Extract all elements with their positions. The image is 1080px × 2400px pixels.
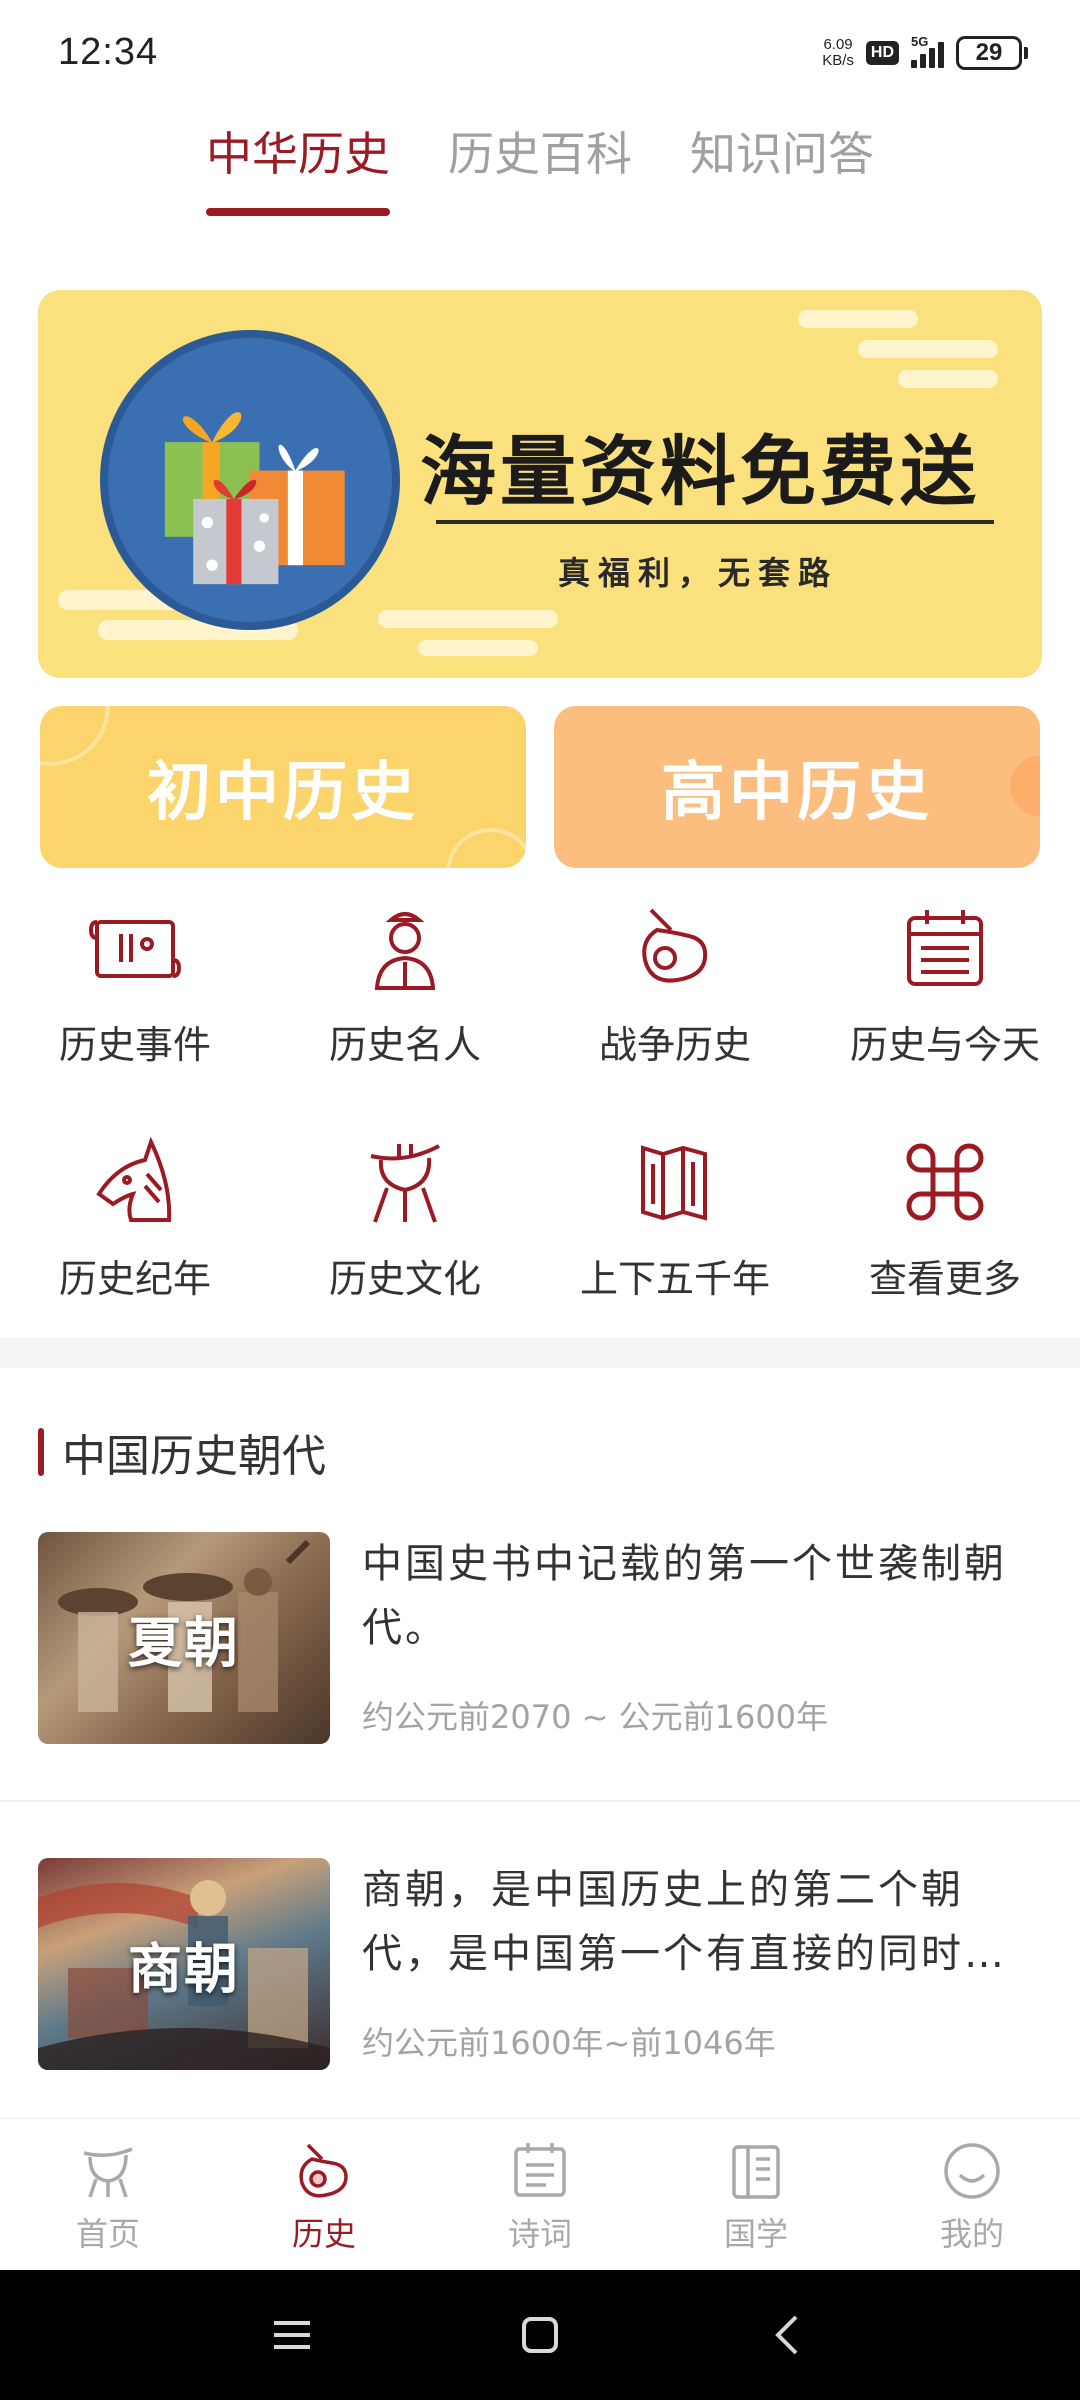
dynasty-description: 中国史书中记载的第一个世袭制朝代。	[362, 1541, 1007, 1651]
dynasty-item-shang[interactable]: 商朝 商朝，是中国历史上的第二个朝代，是中国第一个有直接的同时… 约公元前160…	[38, 1858, 1042, 2070]
poetry-icon	[514, 2143, 566, 2197]
grid-item-war-history[interactable]: 战争历史	[540, 900, 810, 1134]
grid-label: 查看更多	[868, 1257, 1021, 1301]
senior-history-label: 高中历史	[661, 756, 933, 830]
map-icon	[641, 1145, 707, 1221]
grid-label: 历史纪年	[58, 1257, 211, 1301]
nav-profile[interactable]: 我的	[864, 2119, 1080, 2270]
nav-label: 历史	[291, 2215, 356, 2253]
command-icon	[906, 1143, 984, 1221]
grid-item-history-events[interactable]: 历史事件	[0, 900, 270, 1134]
grid-label: 历史名人	[328, 1023, 481, 1067]
battle-icon	[642, 908, 708, 983]
tab-history-encyclopedia[interactable]: 历史百科	[448, 118, 632, 216]
nav-label: 首页	[75, 2215, 140, 2253]
net-speed: 6.09 KB/s	[822, 35, 854, 69]
dynasty-thumbnail: 夏朝	[38, 1532, 330, 1744]
horse-icon	[96, 1136, 172, 1222]
senior-history-button[interactable]: 高中历史	[554, 706, 1040, 868]
dynasty-description: 商朝，是中国历史上的第二个朝代，是中国第一个有直接的同时…	[362, 1867, 1007, 1977]
nav-sinology[interactable]: 国学	[648, 2119, 864, 2270]
grid-item-chronology[interactable]: 历史纪年	[0, 1134, 270, 1368]
menu-icon[interactable]	[268, 2311, 316, 2359]
grid-label: 历史与今天	[849, 1023, 1040, 1067]
section-accent-bar	[38, 1428, 44, 1476]
tab-chinese-history[interactable]: 中华历史	[206, 118, 390, 216]
dynasty-thumbnail: 商朝	[38, 1858, 330, 2070]
battery-icon: 29	[956, 35, 1028, 70]
net-speed-value: 6.09	[823, 35, 853, 53]
grid-label: 上下五千年	[579, 1257, 770, 1301]
tab-knowledge-qa[interactable]: 知识问答	[690, 118, 874, 216]
section-divider	[0, 1338, 1080, 1368]
battery-level: 29	[956, 35, 1022, 70]
banner-title: 海量资料免费送	[420, 427, 980, 516]
status-time: 12:34	[58, 31, 159, 73]
nav-poetry[interactable]: 诗词	[432, 2119, 648, 2270]
book-icon	[732, 2145, 780, 2199]
network-type: 5G	[911, 33, 929, 49]
bottom-nav: 首页 历史 诗词 国学 我的	[0, 2118, 1080, 2270]
junior-history-button[interactable]: 初中历史	[40, 706, 526, 868]
banner-subtitle: 真福利，无套路	[558, 554, 839, 592]
dynasty-info: 商朝，是中国历史上的第二个朝代，是中国第一个有直接的同时… 约公元前1600年~…	[362, 1858, 1042, 2070]
person-icon	[374, 912, 436, 990]
promo-banner[interactable]: 海量资料免费送 真福利，无套路	[38, 290, 1042, 678]
status-icons: 6.09 KB/s HD 5G 29	[822, 34, 1028, 70]
grid-label: 历史文化	[328, 1257, 481, 1301]
list-divider	[0, 1800, 1080, 1802]
status-bar: 12:34 6.09 KB/s HD 5G 29	[0, 0, 1080, 105]
hd-icon: HD	[865, 40, 899, 65]
section-title: 中国历史朝代	[62, 1431, 326, 1482]
grid-item-famous-people[interactable]: 历史名人	[270, 900, 540, 1134]
home-icon[interactable]	[516, 2311, 564, 2359]
nav-home[interactable]: 首页	[0, 2119, 216, 2270]
history-icon	[299, 2143, 348, 2198]
dynasty-period: 约公元前2070 ~ 公元前1600年	[362, 1698, 829, 1736]
dynasty-info: 中国史书中记载的第一个世袭制朝代。 约公元前2070 ~ 公元前1600年	[362, 1532, 1042, 1744]
nav-label: 诗词	[507, 2215, 572, 2253]
calendar-icon	[907, 910, 983, 986]
dynasty-period: 约公元前1600年~前1046年	[362, 2024, 776, 2062]
signal-icon: 5G	[911, 34, 944, 68]
dynasty-name: 商朝	[128, 1936, 240, 2001]
dynasty-name: 夏朝	[128, 1610, 240, 1675]
grid-item-five-thousand-years[interactable]: 上下五千年	[540, 1134, 810, 1368]
top-tabs: 中华历史 历史百科 知识问答	[0, 118, 1080, 216]
bronze-vessel-icon	[370, 1144, 440, 1223]
grid-label: 战争历史	[598, 1023, 751, 1067]
junior-history-label: 初中历史	[147, 756, 419, 830]
grid-item-history-today[interactable]: 历史与今天	[810, 900, 1080, 1134]
home-vessel-icon	[83, 2147, 133, 2198]
banner-divider	[436, 520, 994, 524]
nav-history[interactable]: 历史	[216, 2119, 432, 2270]
nav-label: 我的	[939, 2215, 1004, 2253]
scroll-icon	[88, 920, 182, 978]
profile-icon	[944, 2143, 1000, 2199]
grid-item-culture[interactable]: 历史文化	[270, 1134, 540, 1368]
category-grid: 历史事件 历史名人 战争历史 历史与今天 历史纪年 历史文化 上下五千年 查看更…	[0, 900, 1080, 1368]
gift-boxes-icon	[100, 330, 400, 630]
nav-label: 国学	[723, 2215, 788, 2253]
net-speed-unit: KB/s	[822, 51, 854, 69]
back-icon[interactable]	[764, 2311, 812, 2359]
section-header: 中国历史朝代	[38, 1420, 326, 1484]
dynasty-item-xia[interactable]: 夏朝 中国史书中记载的第一个世袭制朝代。 约公元前2070 ~ 公元前1600年	[38, 1532, 1042, 1744]
grid-label: 历史事件	[58, 1023, 211, 1067]
grid-item-see-more[interactable]: 查看更多	[810, 1134, 1080, 1368]
system-nav-bar	[0, 2270, 1080, 2400]
